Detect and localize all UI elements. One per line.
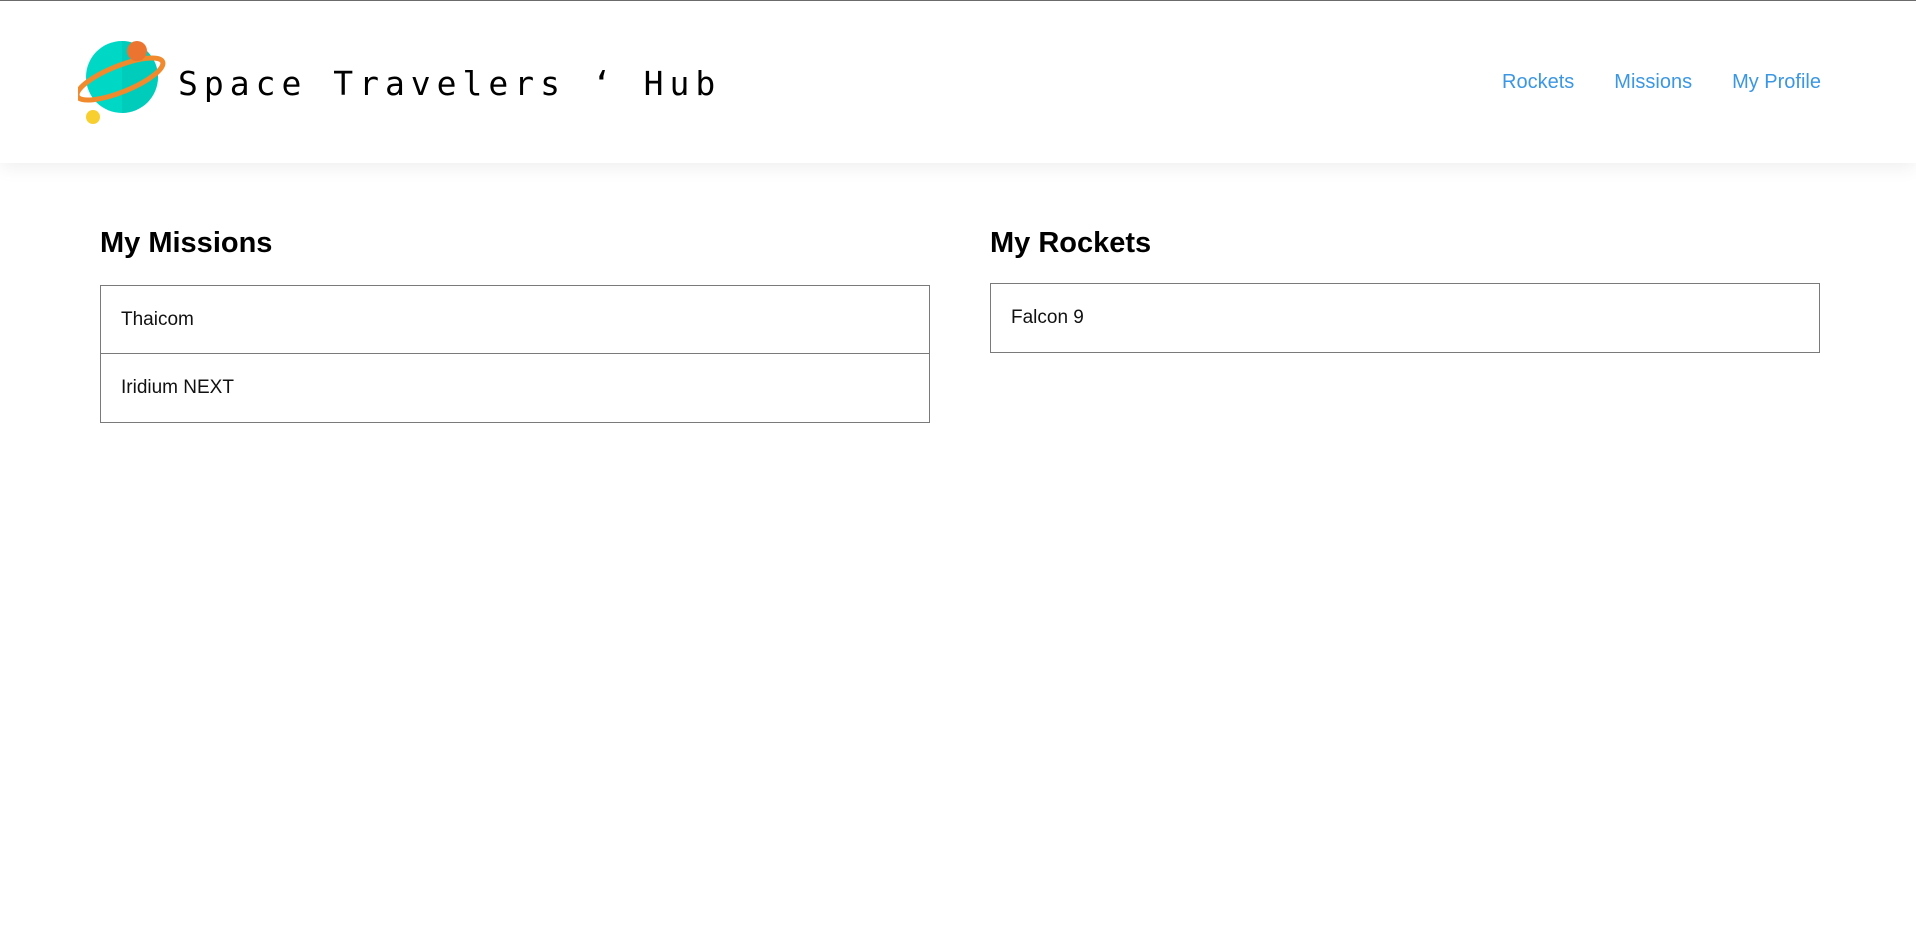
nav-link-my-profile[interactable]: My Profile (1732, 71, 1821, 94)
nav-link-missions[interactable]: Missions (1614, 71, 1692, 94)
my-missions-section: My Missions Thaicom Iridium NEXT (100, 222, 930, 423)
rockets-list: Falcon 9 (990, 283, 1820, 353)
planet-icon (78, 41, 166, 124)
list-item: Falcon 9 (1011, 307, 1084, 328)
list-item: Thaicom (101, 286, 929, 354)
my-rockets-heading: My Rockets (990, 227, 1152, 259)
my-missions-heading: My Missions (100, 227, 273, 259)
nav-link-rockets[interactable]: Rockets (1502, 71, 1574, 94)
list-item: Iridium NEXT (121, 377, 234, 398)
missions-list: Thaicom Iridium NEXT (100, 285, 930, 423)
main-nav: Rockets Missions My Profile (1502, 71, 1821, 94)
brand-title: Space Travelers ‘ Hub (178, 63, 722, 103)
my-rockets-section: My Rockets Falcon 9 (990, 222, 1820, 423)
brand[interactable]: Space Travelers ‘ Hub (78, 37, 721, 129)
profile-page: My Missions Thaicom Iridium NEXT My Rock… (100, 222, 1820, 423)
site-header: Space Travelers ‘ Hub Rockets Missions M… (0, 0, 1916, 163)
